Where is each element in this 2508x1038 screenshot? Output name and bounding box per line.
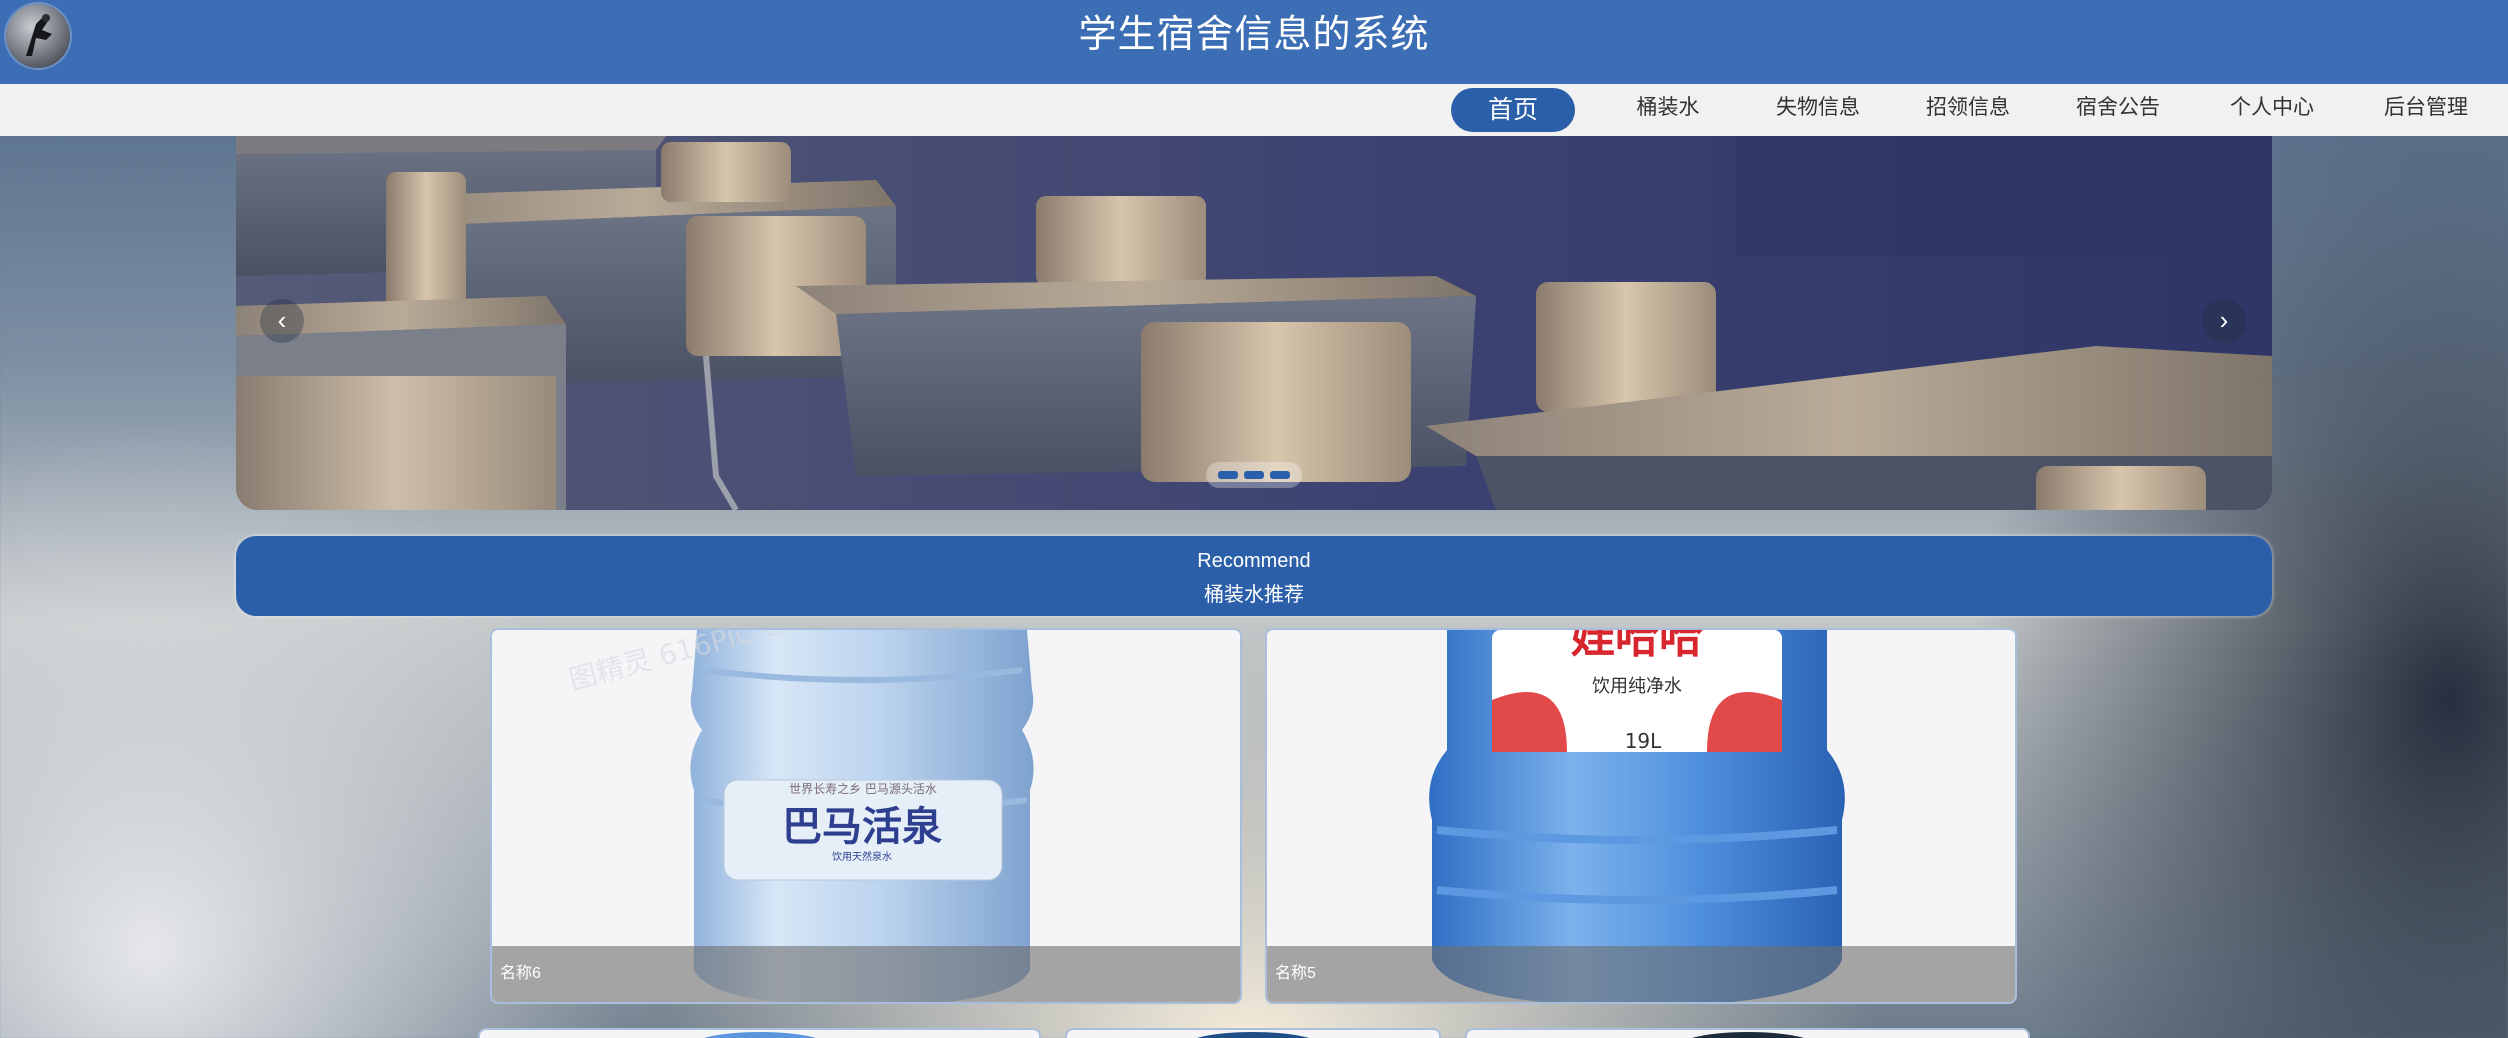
product-name: 名称6 — [492, 946, 1240, 1002]
product-brand: 娃哈哈 — [1571, 630, 1703, 663]
chevron-left-icon[interactable]: ‹ — [260, 299, 304, 343]
banner-carousel[interactable]: ‹ › — [236, 136, 2272, 510]
product-card[interactable] — [478, 1028, 1041, 1038]
nav-item-dorm-notices[interactable]: 宿舍公告 — [2060, 86, 2176, 130]
product-subtitle: 饮用天然泉水 — [832, 850, 892, 863]
chevron-right-icon[interactable]: › — [2202, 299, 2246, 343]
recommend-section-header: Recommend 桶装水推荐 — [236, 536, 2272, 616]
nav-item-home[interactable]: 首页 — [1451, 88, 1575, 132]
nav-item-found-items[interactable]: 招领信息 — [1910, 86, 2026, 130]
carousel-indicators — [1206, 462, 1302, 488]
classroom-banner-image — [236, 136, 2272, 510]
nav-item-profile[interactable]: 个人中心 — [2214, 86, 2330, 130]
recommend-title-en: Recommend — [1197, 550, 1311, 572]
main-nav: 首页 桶装水 失物信息 招领信息 宿舍公告 个人中心 后台管理 — [0, 84, 2508, 136]
carousel-dot[interactable] — [1244, 471, 1264, 479]
header-bar: 学生宿舍信息的系统 — [0, 0, 2508, 84]
product-volume: 19L — [1625, 729, 1662, 753]
product-card[interactable]: 世界长寿之乡 巴马源头活水 巴马活泉 饮用天然泉水 图精灵 616PIC.COM… — [490, 628, 1242, 1004]
recommend-title-cn: 桶装水推荐 — [1204, 584, 1304, 606]
site-title: 学生宿舍信息的系统 — [1078, 14, 1430, 56]
product-card[interactable]: 娃哈哈 饮用纯净水 19L 名称5 — [1265, 628, 2017, 1004]
product-name: 名称5 — [1267, 946, 2015, 1002]
nav-item-bottled-water[interactable]: 桶装水 — [1610, 86, 1726, 130]
carousel-dot[interactable] — [1270, 471, 1290, 479]
product-subtitle: 饮用纯净水 — [1592, 676, 1682, 697]
product-tagline: 世界长寿之乡 巴马源头活水 — [789, 782, 937, 796]
carousel-dot[interactable] — [1218, 471, 1238, 479]
nav-item-admin[interactable]: 后台管理 — [2368, 86, 2484, 130]
product-brand: 巴马活泉 — [782, 804, 942, 850]
product-card[interactable] — [1065, 1028, 1441, 1038]
nav-item-lost-items[interactable]: 失物信息 — [1760, 86, 1876, 130]
product-card[interactable] — [1465, 1028, 2030, 1038]
